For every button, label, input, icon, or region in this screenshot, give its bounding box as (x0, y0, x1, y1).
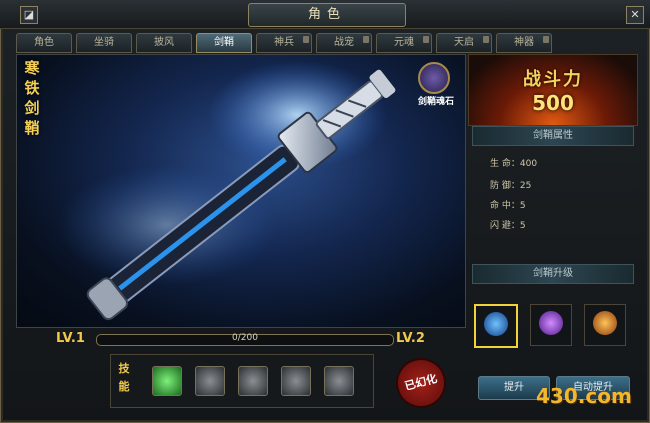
close-button[interactable]: ✕ (626, 6, 644, 24)
experience-text: 0/200 (232, 333, 258, 343)
attribute-row: 闪 避：5 (490, 221, 526, 231)
soul-stone-icon[interactable] (418, 62, 450, 94)
lock-icon (303, 36, 309, 43)
side-panel: 战斗力 500 剑鞘属性 生 命：400 防 御：25 命 中：5 闪 避：5 … (468, 54, 638, 406)
attribute-label: 防 御 (490, 181, 511, 191)
upgrade-header: 剑鞘升级 (472, 264, 634, 284)
scabbard-image (57, 60, 396, 321)
attribute-value: 25 (519, 181, 532, 191)
lock-icon (483, 36, 489, 43)
scabbard-name: 寒铁剑鞘 (24, 59, 40, 137)
combat-power: 战斗力 500 (468, 54, 638, 126)
attribute-row: 防 御：25 (490, 181, 532, 191)
tab-label: 元魂 (394, 37, 414, 48)
shell-icon[interactable] (281, 366, 311, 396)
beast-icon[interactable] (238, 366, 268, 396)
combat-power-label: 战斗力 (523, 69, 583, 90)
attribute-label: 生 命 (490, 159, 511, 169)
tab-label: 战宠 (334, 37, 354, 48)
upgrade-slot-purple[interactable] (530, 304, 572, 346)
tab-label: 神器 (514, 37, 534, 48)
attributes-header: 剑鞘属性 (472, 126, 634, 146)
attribute-row: 生 命：400 (490, 159, 538, 169)
attribute-row: 命 中：5 (490, 201, 526, 211)
restore-icon[interactable]: ◪ (20, 6, 38, 24)
burst-icon[interactable] (324, 366, 354, 396)
soul-stone-label: 剑鞘魂石 (417, 97, 454, 107)
purple-stone-icon (539, 311, 563, 335)
site-watermark: 430.com (536, 384, 632, 408)
tab-scabbard[interactable]: 剑鞘 (196, 33, 252, 53)
lock-icon (543, 36, 549, 43)
tab-artifact[interactable]: 神器 (496, 33, 552, 53)
attribute-value: 400 (519, 159, 538, 169)
tab-label: 天启 (454, 37, 474, 48)
scabbard-preview (16, 54, 466, 328)
tab-label: 坐骑 (94, 37, 114, 48)
orange-stone-icon (593, 311, 617, 335)
current-level: LV.1 (56, 331, 85, 346)
lock-icon (363, 36, 369, 43)
tab-label: 披风 (154, 37, 174, 48)
attribute-label: 闪 避 (490, 221, 511, 231)
skills-label: 技能 (118, 362, 130, 393)
tab-divine-weapon[interactable]: 神兵 (256, 33, 312, 53)
attribute-value: 5 (519, 221, 526, 231)
attribute-value: 5 (519, 201, 526, 211)
blue-stone-icon (484, 312, 508, 336)
tab-character[interactable]: 角色 (16, 33, 72, 53)
window-title: 角色 (248, 3, 406, 27)
lock-icon (423, 36, 429, 43)
title-bar: ◪ 角色 ✕ (0, 0, 650, 29)
tab-label: 神兵 (274, 37, 294, 48)
tab-soul[interactable]: 元魂 (376, 33, 432, 53)
tab-cloak[interactable]: 披风 (136, 33, 192, 53)
upgrade-slot-orange[interactable] (584, 304, 626, 346)
tab-revelation[interactable]: 天启 (436, 33, 492, 53)
heal-icon[interactable] (152, 366, 182, 396)
level-bar: LV.1 0/200 LV.2 (16, 328, 464, 352)
tab-mount[interactable]: 坐骑 (76, 33, 132, 53)
tab-battle-pet[interactable]: 战宠 (316, 33, 372, 53)
claw-icon[interactable] (195, 366, 225, 396)
attribute-label: 命 中 (490, 201, 511, 211)
experience-bar: 0/200 (96, 333, 394, 346)
next-level: LV.2 (396, 331, 425, 346)
upgrade-slot-blue[interactable] (474, 304, 518, 348)
tab-label: 剑鞘 (214, 37, 234, 48)
combat-power-value: 500 (532, 91, 574, 115)
tab-label: 角色 (34, 37, 54, 48)
